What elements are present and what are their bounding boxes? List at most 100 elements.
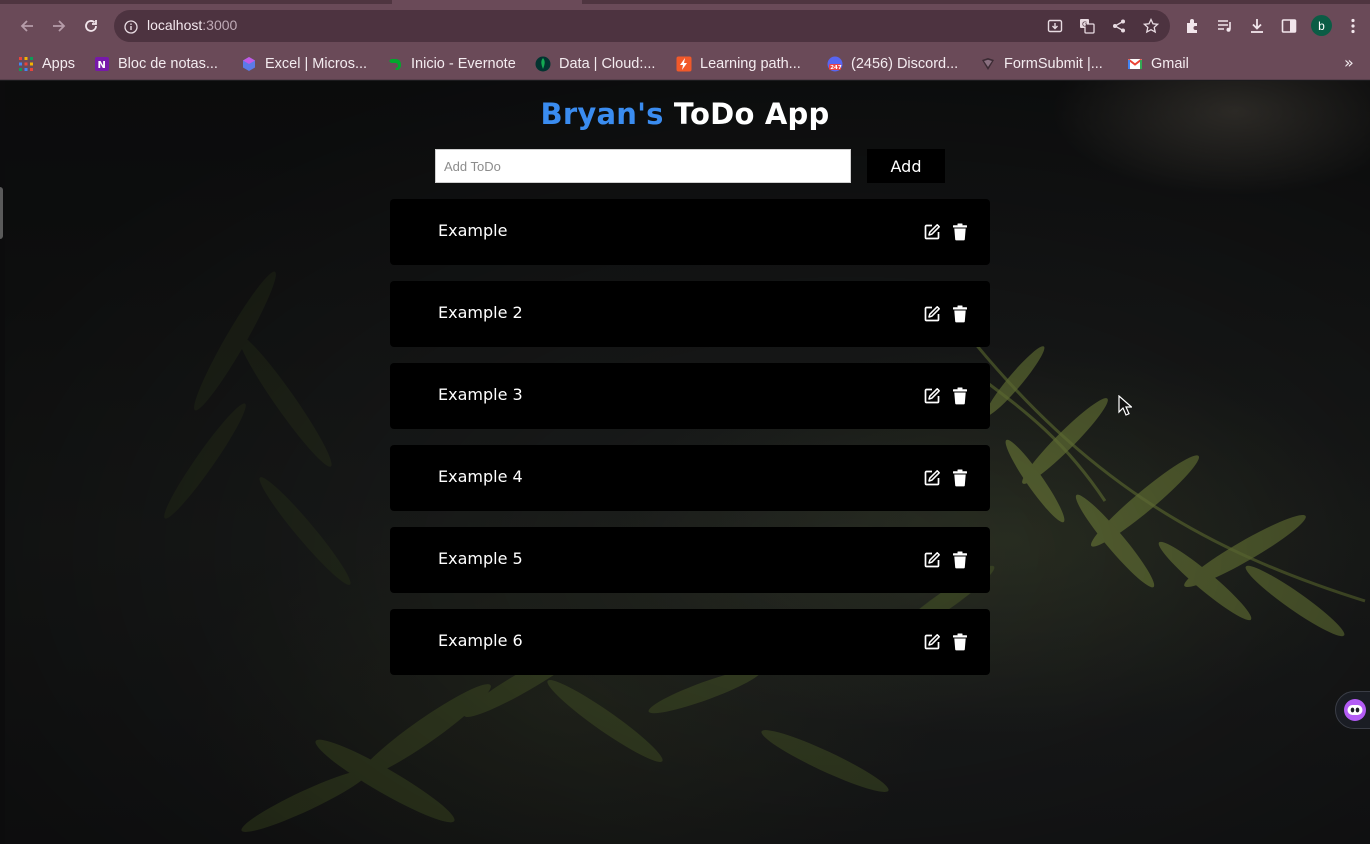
edit-icon [924,470,940,486]
extensions-icon[interactable] [1182,15,1204,37]
edit-button[interactable] [922,632,942,652]
share-icon[interactable] [1110,17,1128,35]
menu-icon[interactable] [1342,15,1364,37]
edit-button[interactable] [922,304,942,324]
trash-icon [953,551,967,569]
forward-button[interactable] [48,15,70,37]
more-bookmarks-chevron-icon[interactable]: » [1344,53,1354,72]
formsubmit-icon [980,56,996,72]
bookmark-formsubmit[interactable]: FormSubmit |... [980,53,1103,75]
edit-button[interactable] [922,550,942,570]
site-info-icon[interactable] [124,19,138,38]
todo-item: Example 3 [390,363,990,429]
todo-text: Example 3 [438,385,523,404]
browser-toolbar: localhost:3000 G b [0,4,1370,48]
bookmark-learning[interactable]: Learning path... [676,53,801,75]
evernote-icon [387,56,403,72]
edit-icon [924,634,940,650]
back-button[interactable] [16,15,38,37]
edit-icon [924,388,940,404]
delete-button[interactable] [950,304,970,324]
todo-app-page: Bryan's ToDo App Add Example Example 2 [5,81,1370,844]
todo-item: Example 6 [390,609,990,675]
bookmark-onenote[interactable]: N Bloc de notas... [94,53,218,75]
bookmark-label: Data | Cloud:... [559,56,656,72]
bookmark-excel[interactable]: Excel | Micros... [241,53,367,75]
add-todo-input[interactable] [435,149,851,183]
bookmark-label: Excel | Micros... [265,56,368,72]
todo-item: Example 2 [390,281,990,347]
bookmark-apps[interactable]: Apps [18,53,75,75]
edit-icon [924,306,940,322]
trash-icon [953,223,967,241]
todo-item: Example 5 [390,527,990,593]
trash-icon [953,633,967,651]
install-icon[interactable] [1046,17,1064,35]
back-icon [20,20,33,32]
todo-item: Example [390,199,990,265]
edit-button[interactable] [922,222,942,242]
onenote-icon: N [94,56,110,72]
todo-text: Example 4 [438,467,523,486]
bookmark-label: Inicio - Evernote [411,56,516,72]
downloads-icon[interactable] [1246,15,1268,37]
delete-button[interactable] [950,550,970,570]
trash-icon [953,387,967,405]
excel-icon [241,56,257,72]
mouse-cursor-icon [1118,395,1132,416]
learning-icon [676,56,692,72]
bookmark-star-icon[interactable] [1142,17,1160,35]
delete-button[interactable] [950,222,970,242]
svg-text:247: 247 [830,65,842,71]
apps-grid-icon [18,56,34,72]
bookmarks-bar: Apps N Bloc de notas... Excel | Micros..… [0,48,1370,80]
bookmark-label: Bloc de notas... [118,56,218,72]
bookmark-label: FormSubmit |... [1004,56,1103,72]
todo-text: Example [438,221,508,240]
reload-button[interactable] [80,15,102,37]
trash-icon [953,305,967,323]
bookmark-label: Learning path... [700,56,801,72]
title-name: Bryan's [540,97,664,131]
edit-icon [924,224,940,240]
bookmark-discord[interactable]: 247 (2456) Discord... [827,53,958,75]
assistant-widget-button[interactable] [1335,691,1370,729]
svg-text:N: N [98,60,106,71]
bookmark-gmail[interactable]: Gmail [1127,53,1189,75]
todo-list: Example Example 2 Example 3 Example 4 Ex… [390,199,990,691]
reload-icon [85,20,97,32]
edit-button[interactable] [922,468,942,488]
bookmark-label: Gmail [1151,56,1189,72]
side-panel-icon[interactable] [1278,15,1300,37]
add-button[interactable]: Add [867,149,945,183]
todo-item: Example 4 [390,445,990,511]
app-title: Bryan's ToDo App [5,97,1370,131]
bookmark-evernote[interactable]: Inicio - Evernote [387,53,516,75]
title-rest: ToDo App [673,97,830,131]
profile-initial: b [1318,18,1325,33]
gmail-icon [1127,56,1143,72]
translate-icon[interactable]: G [1078,17,1096,35]
todo-text: Example 6 [438,631,523,650]
profile-avatar[interactable]: b [1311,15,1332,36]
todo-text: Example 5 [438,549,523,568]
edit-icon [924,552,940,568]
svg-text:G: G [1082,20,1087,28]
discord-icon: 247 [827,56,843,72]
edit-button[interactable] [922,386,942,406]
bookmark-mongodb[interactable]: Data | Cloud:... [535,53,655,75]
delete-button[interactable] [950,632,970,652]
assistant-bot-icon [1344,699,1366,721]
delete-button[interactable] [950,386,970,406]
delete-button[interactable] [950,468,970,488]
trash-icon [953,469,967,487]
media-icon[interactable] [1214,15,1236,37]
mongodb-leaf-icon [535,56,551,72]
url-text[interactable]: localhost:3000 [147,17,237,33]
address-bar[interactable]: localhost:3000 G [114,10,1170,42]
scroll-tab[interactable] [0,187,3,239]
bookmark-label: Apps [42,56,76,72]
forward-icon [53,20,66,32]
todo-text: Example 2 [438,303,523,322]
bookmark-label: (2456) Discord... [851,56,959,72]
